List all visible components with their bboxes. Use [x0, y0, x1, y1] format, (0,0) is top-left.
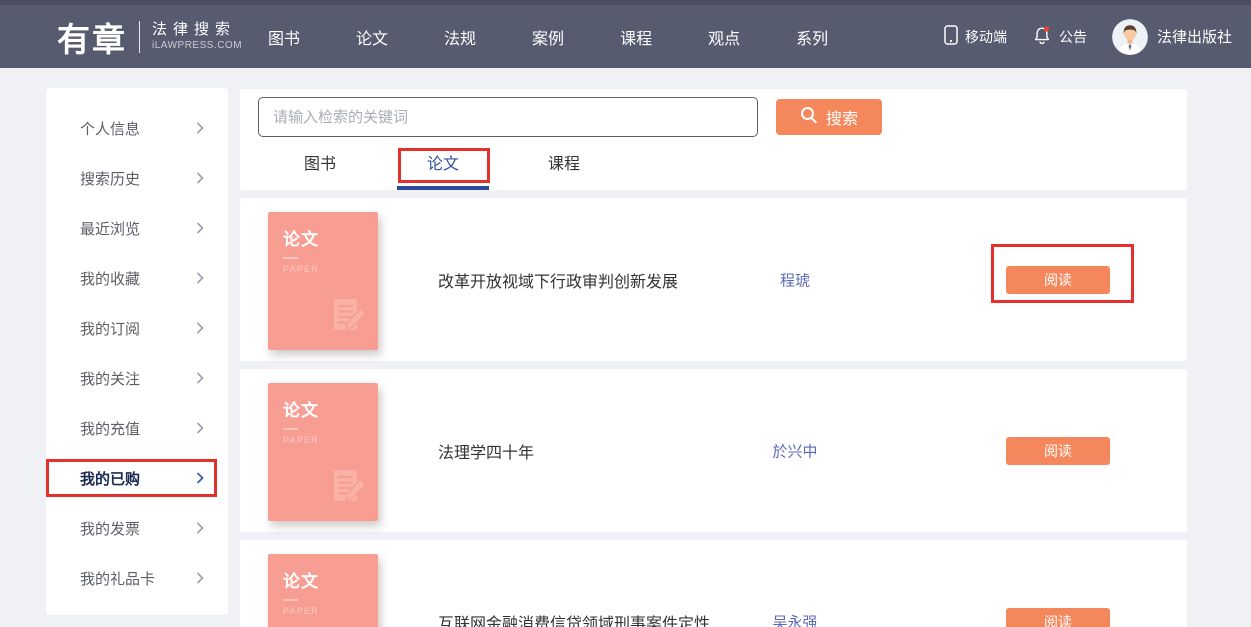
thumbnail-type-label: 论文	[283, 567, 378, 592]
user-menu[interactable]: 法律出版社	[1112, 19, 1232, 55]
sidebar-item-gift-cards[interactable]: 我的礼品卡	[46, 553, 228, 603]
paper-pencil-icon	[328, 466, 370, 513]
chevron-right-icon	[196, 522, 204, 534]
navbar-right: 移动端 公告	[944, 5, 1232, 68]
sidebar-item-subscriptions[interactable]: 我的订阅	[46, 303, 228, 353]
read-button[interactable]: 阅读	[1006, 608, 1110, 627]
chevron-right-icon	[196, 372, 204, 384]
chevron-right-icon	[196, 272, 204, 284]
purchased-paper-row: 论文 PAPER 改革开放视域下行政审判创新发展 程琥 阅读	[240, 198, 1187, 361]
chevron-right-icon	[196, 572, 204, 584]
sidebar-item-follows[interactable]: 我的关注	[46, 353, 228, 403]
read-button[interactable]: 阅读	[1006, 437, 1110, 465]
notice-label: 公告	[1059, 27, 1087, 47]
read-button[interactable]: 阅读	[1006, 266, 1110, 294]
sidebar-item-search-history[interactable]: 搜索历史	[46, 153, 228, 203]
result-tabs: 图书 论文 课程	[240, 144, 1187, 190]
paper-author[interactable]: 吴永强	[735, 611, 855, 627]
nav-item-cases[interactable]: 案例	[532, 25, 564, 49]
nav-item-papers[interactable]: 论文	[356, 25, 388, 49]
thumbnail-divider	[283, 257, 298, 259]
top-navbar: 有章 法律搜索 iLAWPRESS.COM 图书 论文 法规 案例 课程 观点 …	[0, 0, 1251, 68]
purchased-paper-row: 论文 PAPER 互联网金融消费信贷领域刑事案件定性 吴永强 阅读	[240, 540, 1187, 627]
brand-name: 有章	[57, 13, 127, 61]
search-panel: 搜索 图书 论文 课程	[240, 89, 1187, 190]
thumbnail-type-label: 论文	[283, 225, 378, 250]
chevron-right-icon	[196, 122, 204, 134]
account-sidebar: 个人信息 搜索历史 最近浏览 我的收藏 我的订阅 我的关注 我的充值 我的已购	[46, 88, 228, 615]
paper-thumbnail[interactable]: 论文 PAPER	[268, 212, 378, 350]
mobile-app-link[interactable]: 移动端	[944, 25, 1007, 48]
thumbnail-type-label: 论文	[283, 396, 378, 421]
brand-logo[interactable]: 有章 法律搜索 iLAWPRESS.COM	[57, 13, 242, 61]
tab-papers[interactable]: 论文	[397, 144, 489, 190]
nav-item-laws[interactable]: 法规	[444, 25, 476, 49]
sidebar-item-recent-views[interactable]: 最近浏览	[46, 203, 228, 253]
nav-item-series[interactable]: 系列	[796, 25, 828, 49]
paper-author[interactable]: 於兴中	[735, 440, 855, 461]
logo-divider	[139, 21, 140, 53]
sidebar-item-profile[interactable]: 个人信息	[46, 103, 228, 153]
user-name: 法律出版社	[1157, 26, 1232, 47]
search-button-label: 搜索	[826, 105, 858, 129]
purchased-paper-row: 论文 PAPER 法理学四十年 於兴中 阅读	[240, 369, 1187, 532]
search-button[interactable]: 搜索	[776, 99, 882, 135]
sidebar-item-invoices[interactable]: 我的发票	[46, 503, 228, 553]
paper-title[interactable]: 法理学四十年	[438, 439, 534, 463]
brand-domain: iLAWPRESS.COM	[152, 40, 242, 53]
paper-title[interactable]: 改革开放视域下行政审判创新发展	[438, 268, 678, 292]
chevron-right-icon	[196, 472, 204, 484]
sidebar-item-favorites[interactable]: 我的收藏	[46, 253, 228, 303]
phone-icon	[944, 25, 958, 48]
nav-item-opinions[interactable]: 观点	[708, 25, 740, 49]
chevron-right-icon	[196, 222, 204, 234]
main-content: 搜索 图书 论文 课程 论文 PAPER	[240, 89, 1187, 627]
screen: 有章 法律搜索 iLAWPRESS.COM 图书 论文 法规 案例 课程 观点 …	[0, 0, 1251, 627]
paper-author[interactable]: 程琥	[735, 269, 855, 290]
bell-icon	[1032, 25, 1052, 48]
tab-courses[interactable]: 课程	[518, 144, 610, 190]
chevron-right-icon	[196, 322, 204, 334]
paper-thumbnail[interactable]: 论文 PAPER	[268, 554, 378, 627]
notice-link[interactable]: 公告	[1032, 25, 1087, 48]
thumbnail-divider	[283, 428, 298, 430]
thumbnail-type-sub: PAPER	[283, 264, 378, 274]
nav-item-books[interactable]: 图书	[268, 25, 300, 49]
search-input[interactable]	[258, 97, 758, 137]
primary-nav: 图书 论文 法规 案例 课程 观点 系列	[268, 5, 828, 68]
search-icon	[800, 106, 818, 129]
sidebar-item-recharge[interactable]: 我的充值	[46, 403, 228, 453]
thumbnail-type-sub: PAPER	[283, 606, 378, 616]
user-avatar	[1112, 19, 1148, 55]
chevron-right-icon	[196, 422, 204, 434]
chevron-right-icon	[196, 172, 204, 184]
paper-title[interactable]: 互联网金融消费信贷领域刑事案件定性	[438, 610, 710, 627]
brand-subtitle: 法律搜索	[152, 21, 242, 40]
mobile-app-label: 移动端	[965, 27, 1007, 47]
nav-item-courses[interactable]: 课程	[620, 25, 652, 49]
sidebar-item-purchased[interactable]: 我的已购	[46, 453, 228, 503]
paper-thumbnail[interactable]: 论文 PAPER	[268, 383, 378, 521]
paper-pencil-icon	[328, 295, 370, 342]
thumbnail-divider	[283, 599, 298, 601]
thumbnail-type-sub: PAPER	[283, 435, 378, 445]
tab-books[interactable]: 图书	[274, 144, 366, 190]
